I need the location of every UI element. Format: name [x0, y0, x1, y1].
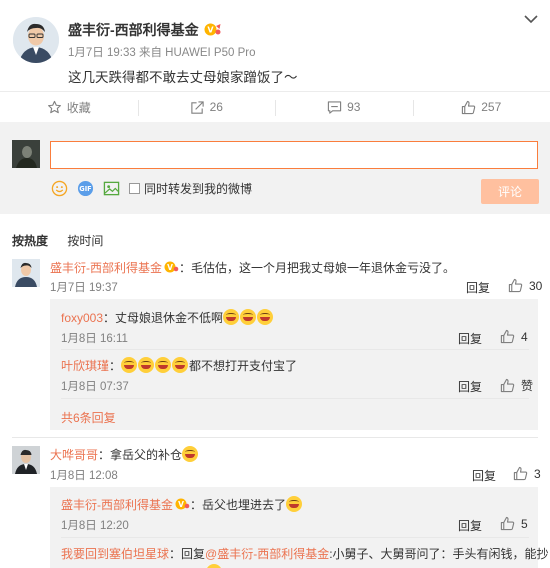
post-meta: 1月7日 19:33 来自 HUAWEI P50 Pro: [68, 47, 256, 59]
mention-link[interactable]: @盛丰衍-西部利得基金: [205, 547, 329, 561]
comment-author[interactable]: 盛丰衍-西部利得基金: [50, 261, 162, 275]
view-more-replies-link[interactable]: 共6条回复: [61, 409, 116, 426]
submit-comment-button[interactable]: 评论: [481, 179, 539, 204]
reply-text-line: 叶欣琪瑾： 都不想打开支付宝了: [61, 357, 298, 373]
verified-badge-icon: V: [204, 23, 221, 36]
image-icon[interactable]: [103, 180, 120, 197]
comment-sort-tabs: 按热度 按时间: [12, 232, 119, 249]
share-icon: [190, 100, 204, 114]
post-text: 这几天跌得都不敢去丈母娘家蹭饭了～: [68, 70, 298, 85]
thumbs-up-icon: [508, 278, 523, 293]
reply-date: 1月8日 16:11: [61, 333, 128, 345]
reply-button[interactable]: 回复: [472, 467, 496, 484]
tab-sort-time[interactable]: 按时间: [67, 234, 103, 248]
reply-text-line: 盛丰衍-西部利得基金 V ：岳父也埋进去了: [61, 496, 303, 513]
reply-author[interactable]: 我要回到塞伯坦星球: [61, 547, 169, 561]
svg-text:V: V: [207, 26, 214, 35]
chevron-down-icon[interactable]: [524, 14, 538, 24]
laugh-cry-emoji-icon: [138, 357, 155, 373]
favorite-button[interactable]: 收藏: [0, 92, 138, 122]
reply-button[interactable]: 回复: [458, 517, 482, 534]
divider: [12, 437, 538, 438]
reply-like-button[interactable]: 5: [500, 516, 528, 531]
commenter-avatar[interactable]: [12, 446, 40, 474]
repost-button[interactable]: 26: [137, 92, 276, 122]
thumbs-up-icon: [513, 466, 528, 481]
laugh-cry-emoji-icon: [155, 357, 172, 373]
reply-author[interactable]: 叶欣琪瑾: [61, 359, 109, 373]
comment-like-button[interactable]: 3: [513, 466, 541, 481]
comment-button[interactable]: 93: [275, 92, 413, 122]
reply-text-line: foxy003：丈母娘退休金不低啊: [61, 309, 274, 326]
laugh-cry-emoji-icon: [121, 357, 138, 373]
divider: [61, 349, 529, 350]
reply-emoji-row: [61, 564, 223, 568]
post-actions-bar: 收藏 26 93 257: [0, 91, 550, 123]
thumbs-up-icon: [500, 329, 515, 344]
verified-badge-icon: V: [175, 498, 190, 510]
reply-text-line: 我要回到塞伯坦星球：回复@盛丰衍-西部利得基金:小舅子、大舅哥问了：手头有闲钱，…: [61, 547, 549, 561]
repost-label: 同时转发到我的微博: [144, 182, 253, 196]
laugh-cry-emoji-icon: [257, 309, 274, 325]
divider: [61, 537, 529, 538]
laugh-cry-emoji-icon: [206, 564, 222, 568]
laugh-cry-emoji-icon: [286, 496, 303, 512]
reply-button[interactable]: 回复: [466, 279, 490, 296]
comment-like-button[interactable]: 30: [508, 278, 542, 293]
star-icon: [47, 100, 61, 113]
reply-author[interactable]: 盛丰衍-西部利得基金: [61, 498, 173, 512]
gif-icon[interactable]: GIF: [77, 180, 94, 197]
thumbs-up-icon: [462, 100, 476, 114]
comment-text-line: 盛丰衍-西部利得基金 V ：毛估估，这一个月把我丈母娘一年退休金亏没了。: [50, 261, 456, 275]
composer-tools: GIF 同时转发到我的微博: [51, 180, 252, 197]
tab-sort-hot[interactable]: 按热度: [12, 234, 48, 248]
laugh-cry-emoji-icon: [172, 357, 189, 373]
reply-date: 1月8日 12:20: [61, 520, 129, 532]
svg-text:V: V: [167, 263, 173, 272]
laugh-cry-emoji-icon: [240, 309, 257, 325]
reply-author[interactable]: foxy003: [61, 311, 103, 325]
like-button[interactable]: 257: [412, 92, 550, 122]
reply-button[interactable]: 回复: [458, 378, 482, 395]
reply-like-button[interactable]: 赞: [500, 377, 533, 394]
thumbs-up-icon: [500, 516, 515, 531]
reply-button[interactable]: 回复: [458, 330, 482, 347]
comment-date: 1月8日 12:08: [50, 470, 118, 482]
comment-icon: [327, 100, 342, 114]
commenter-avatar[interactable]: [12, 259, 40, 287]
svg-text:GIF: GIF: [79, 185, 91, 193]
thumbs-up-icon: [500, 378, 515, 393]
comment-date: 1月7日 19:37: [50, 282, 118, 294]
comment-author[interactable]: 大哗哥哥: [50, 448, 98, 462]
wink-emoji-icon: [182, 446, 199, 462]
divider: [61, 398, 529, 399]
post-author[interactable]: 盛丰衍-西部利得基金 V: [68, 20, 221, 40]
comment-input[interactable]: [50, 141, 538, 169]
reply-like-button[interactable]: 4: [500, 329, 528, 344]
author-avatar[interactable]: [13, 17, 59, 63]
verified-badge-icon: V: [164, 261, 179, 273]
laugh-cry-emoji-icon: [223, 309, 240, 325]
reply-date: 1月8日 07:37: [61, 381, 129, 393]
comment-text-line: 大哗哥哥：拿岳父的补仓: [50, 446, 199, 463]
my-avatar[interactable]: [12, 140, 40, 168]
emoji-icon[interactable]: [51, 180, 68, 197]
comment-composer: GIF 同时转发到我的微博 评论: [0, 122, 550, 214]
svg-text:V: V: [178, 500, 184, 509]
repost-checkbox[interactable]: [129, 183, 140, 194]
